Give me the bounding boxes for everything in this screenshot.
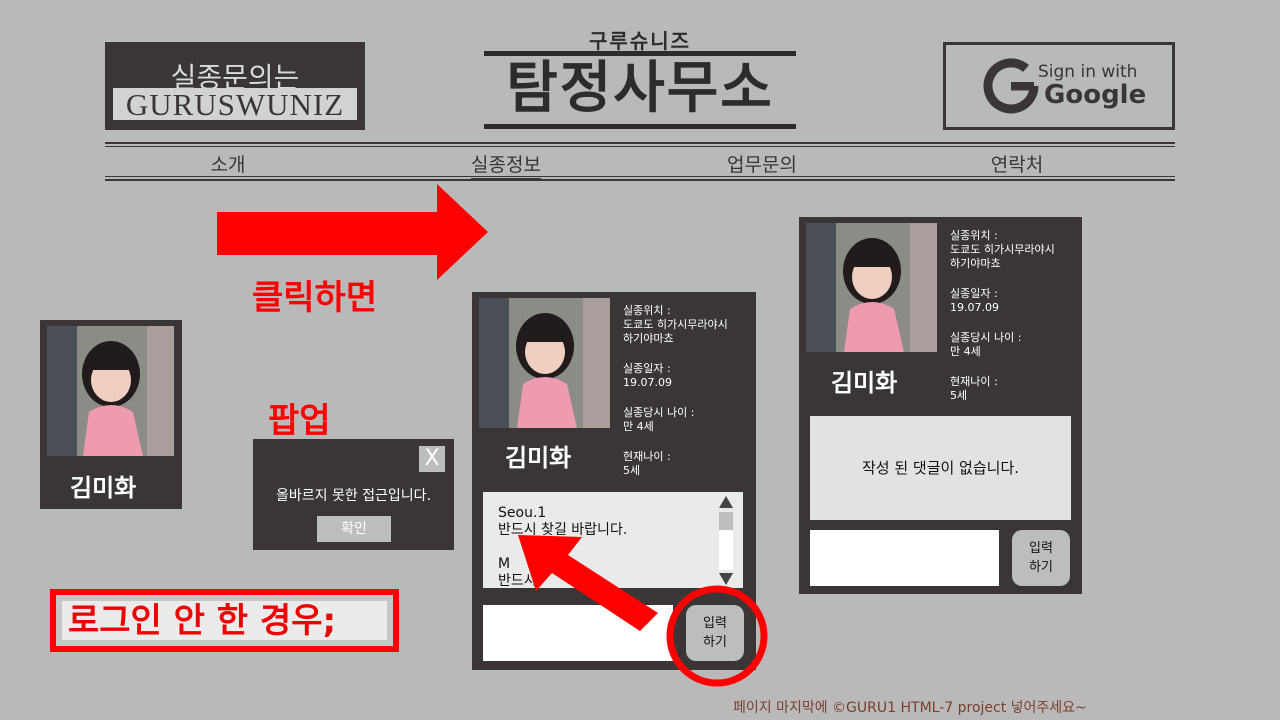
popup-close-button[interactable]: X	[419, 446, 445, 472]
location-label: 실종위치 :	[950, 229, 998, 242]
highlight-circle-icon	[666, 585, 768, 687]
date-label: 실종일자 :	[950, 287, 998, 300]
missing-person-detail-card-empty: 김미화 실종위치 : 도쿄도 히가시무라야시 하기야마쵸 실종일자 : 19.0…	[799, 217, 1082, 594]
right-arrow-icon	[217, 184, 488, 280]
comment-submit-button[interactable]: 입력 하기	[1012, 530, 1070, 586]
age-now-value: 5세	[623, 464, 641, 477]
signin-text: Sign in with	[1038, 62, 1138, 82]
brand-subtitle: 구루슈니즈	[589, 29, 691, 53]
site-logo[interactable]: 실종문의는 GURUSWUNIZ	[105, 42, 365, 130]
age-at-value: 만 4세	[950, 345, 981, 358]
person-photo	[479, 298, 610, 428]
scrollbar-track[interactable]	[719, 512, 733, 570]
nav-rule-bottom-thin	[105, 176, 1175, 177]
popup-message: 올바르지 못한 접근입니다.	[275, 488, 432, 504]
annotation-popup-label: 팝업	[268, 401, 331, 441]
comment-user: Seou.1	[498, 505, 547, 521]
person-name: 김미화	[505, 444, 572, 472]
person-name: 김미화	[831, 369, 898, 397]
nav-rule-top	[105, 142, 1175, 144]
child-photo-icon	[806, 223, 937, 352]
google-signin-button[interactable]: Sign in with Google	[943, 42, 1175, 130]
date-label: 실종일자 :	[623, 362, 671, 375]
date-value: 19.07.09	[950, 301, 999, 314]
location-label: 실종위치 :	[623, 304, 671, 317]
brand-rule-bottom	[484, 124, 796, 129]
age-now-value: 5세	[950, 389, 968, 402]
error-popup: X 올바르지 못한 접근입니다. 확인	[253, 439, 454, 550]
annotation-not-logged-in-text: 로그인 안 한 경우;	[62, 601, 387, 641]
person-name: 김미화	[70, 474, 137, 502]
missing-person-card-small[interactable]: 김미화	[40, 320, 182, 509]
date-value: 19.07.09	[623, 376, 672, 389]
age-at-label: 실종당시 나이 :	[623, 406, 695, 419]
person-info: 실종위치 : 도쿄도 히가시무라야시 하기야마쵸 실종일자 : 19.07.09…	[623, 304, 753, 494]
comment-scrollbar[interactable]	[716, 494, 736, 586]
scroll-up-icon[interactable]	[719, 496, 733, 508]
age-now-label: 현재나이 :	[623, 450, 671, 463]
age-now-label: 현재나이 :	[950, 375, 998, 388]
location-value-1: 도쿄도 히가시무라야시	[950, 243, 1055, 256]
nav-item-business[interactable]: 업무문의	[682, 150, 842, 177]
scrollbar-thumb[interactable]	[719, 512, 733, 530]
location-value-2: 하기야마쵸	[623, 332, 674, 345]
footer-note: 페이지 마지막에 ©GURU1 HTML-7 project 넣어주세요~	[733, 700, 1087, 716]
logo-wordmark: GURUSWUNIZ	[113, 88, 357, 122]
diagonal-arrow-icon	[518, 535, 658, 631]
child-photo-icon	[479, 298, 610, 428]
location-value-2: 하기야마쵸	[950, 257, 1001, 270]
signin-google-text: Google	[1044, 80, 1147, 110]
age-at-value: 만 4세	[623, 420, 654, 433]
brand-title: 탐정사무소	[506, 56, 774, 121]
annotation-click-label: 클릭하면	[252, 278, 378, 318]
age-at-label: 실종당시 나이 :	[950, 331, 1022, 344]
empty-comments-message: 작성 된 댓글이 없습니다.	[810, 416, 1071, 520]
comment-input[interactable]	[810, 530, 999, 586]
popup-ok-button[interactable]: 확인	[317, 516, 391, 542]
nav-rule-top-thin	[105, 146, 1175, 147]
person-photo	[806, 223, 937, 352]
location-value-1: 도쿄도 히가시무라야시	[623, 318, 728, 331]
child-photo-icon	[47, 326, 174, 456]
person-photo	[47, 326, 174, 456]
nav-rule-bottom	[105, 179, 1175, 181]
google-g-icon	[983, 58, 1039, 114]
nav-item-contact[interactable]: 연락처	[937, 150, 1097, 177]
nav-item-missing-info[interactable]: 실종정보	[426, 150, 586, 180]
person-info: 실종위치 : 도쿄도 히가시무라야시 하기야마쵸 실종일자 : 19.07.09…	[950, 229, 1080, 419]
nav-item-intro[interactable]: 소개	[148, 150, 308, 177]
annotation-not-logged-in: 로그인 안 한 경우;	[50, 589, 399, 652]
